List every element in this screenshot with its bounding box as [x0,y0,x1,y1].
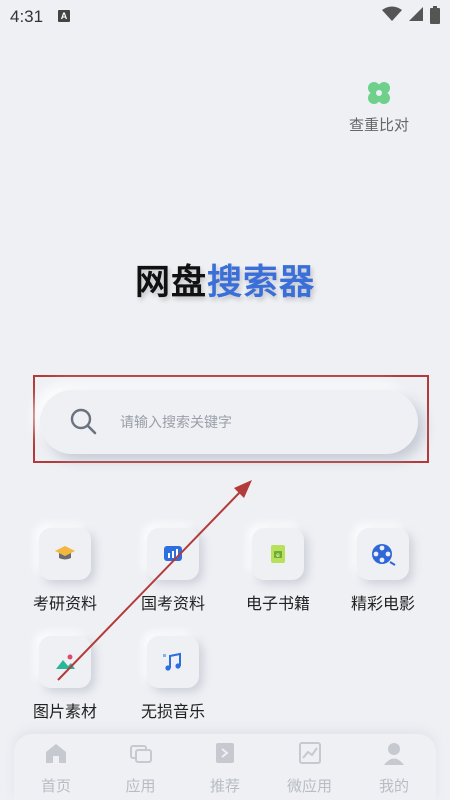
tab-apps[interactable]: 应用 [99,734,183,800]
category-ebook[interactable]: e 电子书籍 [228,528,328,614]
category-tile [357,528,409,580]
category-movie[interactable]: 精彩电影 [333,528,433,614]
wifi-icon [382,6,402,21]
search-bar[interactable] [40,390,418,454]
ebook-icon: e [271,545,285,563]
category-label: 电子书籍 [245,594,310,613]
category-tile [147,636,199,688]
category-label: 考研资料 [32,594,97,613]
notification-badge: A [58,10,70,22]
bar-chart-icon [164,546,182,561]
category-guokao[interactable]: 国考资料 [123,528,223,614]
compare-label: 查重比对 [348,116,409,134]
svg-text:e: e [276,552,280,559]
bottom-tab-bar: 首页 应用 推荐 微应用 我的 [14,734,436,800]
app-title: 网盘搜索器 [0,254,450,305]
tab-label: 推荐 [209,777,240,795]
category-tile: e [252,528,304,580]
user-icon [384,743,404,765]
category-kaoyan[interactable]: 考研资料 [15,528,115,614]
search-input[interactable] [118,404,402,442]
tab-micro-apps[interactable]: 微应用 [268,734,352,800]
category-label: 无损音乐 [140,702,205,721]
tab-label: 应用 [125,777,156,795]
tab-recommend[interactable]: 推荐 [183,734,267,800]
app-title-part1: 网盘 [134,263,207,303]
search-icon [70,408,97,435]
compare-button[interactable]: 查重比对 [342,78,416,135]
tab-mine[interactable]: 我的 [352,734,436,800]
category-label: 图片素材 [32,702,97,721]
category-images[interactable]: 图片素材 [15,636,115,722]
apps-icon [129,745,152,763]
tab-label: 首页 [40,777,71,795]
graduation-cap-icon [55,546,75,560]
clover-icon [368,82,390,104]
status-time: 4:31 [10,7,44,26]
status-bar: 4:31 A [0,0,450,32]
battery-icon [430,6,440,24]
app-title-part2: 搜索器 [207,263,316,303]
category-music[interactable]: 无损音乐 [123,636,223,722]
image-icon [56,654,75,669]
category-label: 国考资料 [140,594,205,613]
category-tile [147,528,199,580]
film-reel-icon [372,544,396,566]
music-note-icon [163,652,181,671]
tab-home[interactable]: 首页 [14,734,98,800]
signal-icon [409,7,423,21]
category-tile [39,528,91,580]
tab-label: 我的 [378,777,409,795]
tab-label: 微应用 [286,777,332,795]
category-label: 精彩电影 [350,594,415,613]
chart-icon [298,742,321,764]
recommend-icon [216,743,234,763]
home-icon [46,744,66,763]
category-tile [39,636,91,688]
